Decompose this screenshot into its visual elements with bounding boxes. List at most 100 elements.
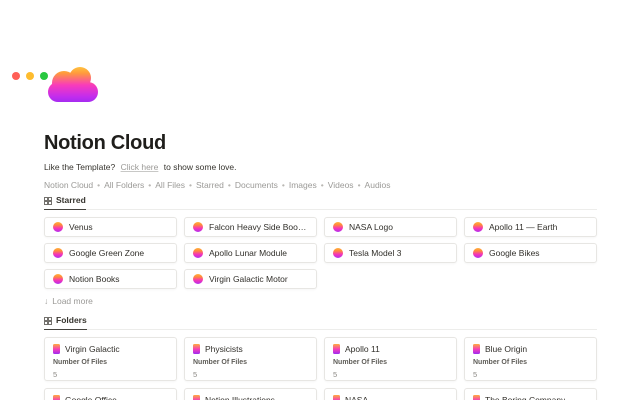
starred-card[interactable]: Venus — [44, 217, 177, 237]
file-gradient-icon — [193, 274, 203, 284]
nav-separator: • — [97, 180, 100, 190]
file-gradient-icon — [53, 248, 63, 258]
folder-card[interactable]: Physicists Number Of Files 5 — [184, 337, 317, 381]
load-more-label: Load more — [52, 296, 93, 306]
folder-property-value: 5 — [333, 370, 448, 379]
folder-card[interactable]: Virgin Galactic Number Of Files 5 — [44, 337, 177, 381]
folder-gradient-icon — [53, 344, 60, 354]
nav-item-videos[interactable]: Videos — [328, 180, 354, 190]
down-arrow-icon: ↓ — [44, 296, 48, 306]
maximize-button[interactable] — [40, 72, 48, 80]
folder-gradient-icon — [333, 344, 340, 354]
folder-property-label: Number Of Files — [473, 359, 588, 367]
file-gradient-icon — [473, 248, 483, 258]
nav-item-audios[interactable]: Audios — [365, 180, 391, 190]
starred-card[interactable]: Virgin Galactic Motor — [184, 269, 317, 289]
folder-card[interactable]: Notion Illustrations — [184, 388, 317, 400]
nav-separator: • — [358, 180, 361, 190]
folder-card-title: Notion Illustrations — [205, 395, 275, 400]
nav-item-documents[interactable]: Documents — [235, 180, 278, 190]
gallery-view-icon — [44, 317, 52, 325]
folder-gradient-icon — [333, 395, 340, 400]
starred-card-title: Notion Books — [69, 274, 120, 284]
folder-property-label: Number Of Files — [53, 359, 168, 367]
folder-property-label: Number Of Files — [193, 359, 308, 367]
starred-card-title: NASA Logo — [349, 222, 393, 232]
nav-separator: • — [321, 180, 324, 190]
starred-card-title: Virgin Galactic Motor — [209, 274, 288, 284]
click-here-link[interactable]: Click here — [121, 162, 159, 172]
starred-card[interactable]: Apollo Lunar Module — [184, 243, 317, 263]
file-gradient-icon — [473, 222, 483, 232]
tagline-text-after: to show some love. — [164, 162, 237, 172]
file-gradient-icon — [193, 248, 203, 258]
nav-separator: • — [282, 180, 285, 190]
folder-gradient-icon — [473, 344, 480, 354]
starred-card-title: Venus — [69, 222, 93, 232]
folder-gradient-icon — [53, 395, 60, 400]
starred-card-title: Apollo 11 — Earth — [489, 222, 557, 232]
nav-item-all-files[interactable]: All Files — [155, 180, 185, 190]
folder-card[interactable]: Blue Origin Number Of Files 5 — [464, 337, 597, 381]
gallery-view-icon — [44, 197, 52, 205]
nav-separator: • — [148, 180, 151, 190]
nav-item-all-folders[interactable]: All Folders — [104, 180, 144, 190]
folder-card[interactable]: Apollo 11 Number Of Files 5 — [324, 337, 457, 381]
folder-property-value: 5 — [193, 370, 308, 379]
close-button[interactable] — [12, 72, 20, 80]
nav-separator: • — [189, 180, 192, 190]
starred-card-title: Falcon Heavy Side Boosters Landings — [209, 222, 308, 232]
tab-folders[interactable]: Folders — [44, 316, 87, 330]
nav-item-images[interactable]: Images — [289, 180, 317, 190]
load-more-button[interactable]: ↓ Load more — [44, 296, 93, 306]
nav-item-notion-cloud[interactable]: Notion Cloud — [44, 180, 93, 190]
folder-property-label: Number Of Files — [333, 359, 448, 367]
tab-folders-label: Folders — [56, 316, 87, 325]
folders-grid: Virgin Galactic Number Of Files 5 Physic… — [44, 337, 597, 400]
folder-gradient-icon — [193, 395, 200, 400]
starred-card[interactable]: Tesla Model 3 — [324, 243, 457, 263]
cloud-gradient-icon — [44, 64, 102, 106]
starred-tabbar: Starred — [44, 196, 597, 210]
starred-card[interactable]: Google Bikes — [464, 243, 597, 263]
file-gradient-icon — [193, 222, 203, 232]
starred-card[interactable]: Falcon Heavy Side Boosters Landings — [184, 217, 317, 237]
page-content: Notion Cloud Like the Template? Click he… — [44, 64, 597, 400]
notion-window: Notion Cloud Like the Template? Click he… — [0, 64, 640, 400]
file-gradient-icon — [333, 248, 343, 258]
folder-card-title: Virgin Galactic — [65, 344, 120, 354]
folder-card[interactable]: Google Office — [44, 388, 177, 400]
starred-grid: Venus Falcon Heavy Side Boosters Landing… — [44, 217, 597, 289]
tagline: Like the Template? Click here to show so… — [44, 162, 597, 173]
folder-card-title: Blue Origin — [485, 344, 527, 354]
starred-card[interactable]: Google Green Zone — [44, 243, 177, 263]
folder-property-value: 5 — [53, 370, 168, 379]
file-gradient-icon — [53, 222, 63, 232]
window-titlebar — [12, 72, 48, 80]
folder-gradient-icon — [473, 395, 480, 400]
folder-card-title: Physicists — [205, 344, 243, 354]
folders-tabbar: Folders — [44, 316, 597, 330]
folder-gradient-icon — [193, 344, 200, 354]
folder-card-title: Google Office — [65, 395, 117, 400]
starred-card-title: Google Bikes — [489, 248, 540, 258]
starred-card[interactable]: NASA Logo — [324, 217, 457, 237]
starred-card-title: Google Green Zone — [69, 248, 144, 258]
page-title: Notion Cloud — [44, 132, 597, 154]
folder-card-title: NASA — [345, 395, 368, 400]
file-gradient-icon — [333, 222, 343, 232]
tab-starred-label: Starred — [56, 196, 86, 205]
folder-card[interactable]: NASA — [324, 388, 457, 400]
starred-card[interactable]: Apollo 11 — Earth — [464, 217, 597, 237]
folder-card-title: Apollo 11 — [345, 344, 380, 354]
starred-card[interactable]: Notion Books — [44, 269, 177, 289]
nav-item-starred[interactable]: Starred — [196, 180, 224, 190]
breadcrumb-nav: Notion Cloud • All Folders • All Files •… — [44, 180, 597, 190]
folder-card[interactable]: The Boring Company — [464, 388, 597, 400]
minimize-button[interactable] — [26, 72, 34, 80]
tab-starred[interactable]: Starred — [44, 196, 86, 210]
file-gradient-icon — [53, 274, 63, 284]
folder-card-title: The Boring Company — [485, 395, 565, 400]
page-icon[interactable] — [44, 64, 102, 106]
starred-card-title: Apollo Lunar Module — [209, 248, 287, 258]
